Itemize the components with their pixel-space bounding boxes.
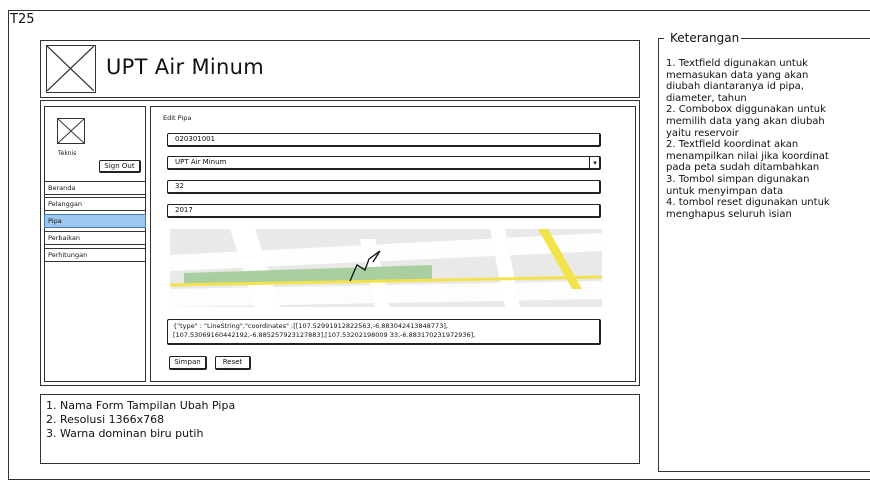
reset-button[interactable]: Reset (215, 356, 251, 370)
save-button[interactable]: Simpan (169, 356, 207, 370)
sign-out-button[interactable]: Sign Out (99, 160, 141, 173)
sidebar-item-beranda[interactable]: Beranda (44, 181, 146, 195)
keterangan-line: memilih data yang akan diubah (666, 115, 825, 127)
sidebar-item-pipa[interactable]: Pipa (44, 214, 146, 228)
keterangan-text: 1. Textfield digunakan untuk memasukan d… (666, 58, 866, 220)
keterangan-line: memasukan data yang akan (666, 69, 809, 81)
coordinates-line-1: {"type" : "LineString","coordinates" :[[… (173, 322, 448, 330)
form-title: Edit Pipa (163, 114, 192, 122)
chevron-down-icon[interactable]: ▾ (589, 157, 600, 169)
note-line: 3. Warna dominan biru putih (46, 427, 204, 440)
keterangan-line: diameter, tahun (666, 92, 747, 104)
map-view[interactable] (170, 229, 602, 307)
keterangan-line: untuk menyimpan data (666, 185, 784, 197)
app-title: UPT Air Minum (106, 55, 264, 79)
reservoir-combobox[interactable]: UPT Air Minum (167, 156, 601, 170)
sidebar-item-perhitungan[interactable]: Perhitungan (44, 248, 146, 262)
coordinates-field[interactable]: {"type" : "LineString","coordinates" :[[… (167, 319, 601, 345)
logo-placeholder-icon (46, 45, 96, 93)
keterangan-title: Keterangan (664, 31, 742, 45)
keterangan-line: 2. Combobox diggunakan untuk (666, 104, 826, 116)
keterangan-line: diubah diantaranya id pipa, (666, 81, 804, 93)
tahun-field[interactable]: 2017 (167, 204, 601, 218)
keterangan-line: pada peta sudah ditambahkan (666, 162, 820, 174)
keterangan-line: 3. Tombol simpan digunakan (666, 173, 810, 185)
sidebar-item-perbaikan[interactable]: Perbaikan (44, 231, 146, 245)
note-line: 2. Resolusi 1366x768 (46, 413, 165, 426)
frame-label: T25 (10, 12, 35, 27)
reservoir-value: UPT Air Minum (175, 158, 227, 166)
sidebar-item-pelanggan[interactable]: Pelanggan (44, 197, 146, 211)
user-role-label: Teknis (58, 150, 77, 157)
note-line: 1. Nama Form Tampilan Ubah Pipa (46, 399, 236, 412)
keterangan-line: yaitu reservoir (666, 127, 739, 139)
coordinates-line-2: [107.53069160442192,-6.885257923127883],… (173, 330, 476, 339)
keterangan-line: 1. Textfield digunakan untuk (666, 58, 808, 69)
keterangan-line: 4. tombol reset digunakan untuk (666, 197, 830, 209)
avatar-placeholder-icon (57, 118, 85, 144)
keterangan-line: menghapus seluruh isian (666, 208, 792, 220)
keterangan-line: menampilkan nilai jika koordinat (666, 150, 829, 162)
diameter-field[interactable]: 32 (167, 180, 601, 194)
id-pipa-field[interactable]: 020301001 (167, 133, 601, 147)
keterangan-line: 2. Textfield koordinat akan (666, 139, 799, 151)
